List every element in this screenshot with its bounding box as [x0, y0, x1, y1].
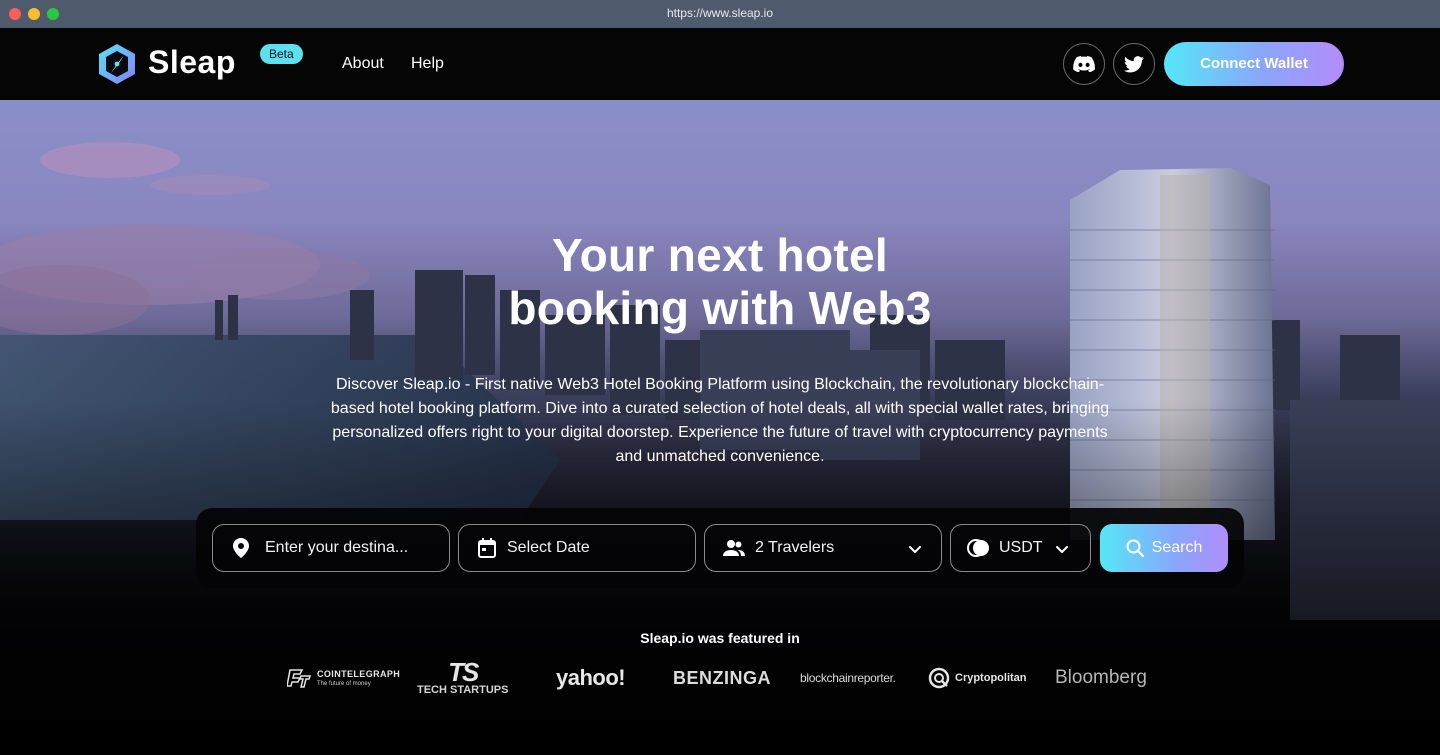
- address-bar[interactable]: https://www.sleap.io: [0, 6, 1440, 20]
- bloomberg-logo: Bloomberg: [1055, 667, 1147, 688]
- currency-select[interactable]: USDT: [950, 524, 1091, 572]
- hero-section: Your next hotel booking with Web3 Discov…: [0, 100, 1440, 755]
- cryptopolitan-logo: Cryptopolitan: [928, 658, 1027, 698]
- yahoo-logo: yahoo!: [556, 665, 626, 690]
- location-pin-icon: [231, 538, 251, 558]
- cryptopolitan-icon: [928, 667, 950, 689]
- travelers-value: 2 Travelers: [755, 539, 835, 556]
- calendar-icon: [477, 538, 497, 558]
- featured-in-title: Sleap.io was featured in: [640, 630, 800, 646]
- hero-headline-line-2: booking with Web3: [508, 282, 932, 334]
- nav-link-about[interactable]: About: [342, 55, 384, 73]
- cointelegraph-icon: [287, 669, 311, 688]
- benzinga-logo: BENZINGA: [673, 667, 771, 688]
- currency-value: USDT: [999, 539, 1043, 556]
- techstartups-wordmark: TECH STARTUPS: [417, 684, 509, 696]
- cointelegraph-tagline: The future of money: [317, 681, 371, 687]
- hero-description: Discover Sleap.io - First native Web3 Ho…: [330, 376, 1110, 465]
- cointelegraph-logo: COINTELEGRAPH The future of money: [287, 658, 400, 698]
- discord-icon: [1073, 56, 1095, 72]
- top-navbar: Sleap Beta About Help Connect Wallet: [0, 28, 1440, 100]
- chevron-down-icon: [909, 546, 921, 553]
- search-icon: [1126, 539, 1144, 557]
- beta-badge: Beta: [260, 44, 303, 64]
- twitter-icon: [1124, 55, 1144, 72]
- search-bar: Enter your destina... Select Date 2 Trav…: [196, 508, 1244, 588]
- connect-wallet-button[interactable]: Connect Wallet: [1164, 42, 1344, 86]
- hero-headline-line-1: Your next hotel: [552, 229, 888, 281]
- cointelegraph-wordmark: COINTELEGRAPH: [317, 669, 401, 679]
- chevron-down-icon: [1056, 546, 1068, 553]
- sleap-logo-icon[interactable]: [97, 43, 137, 85]
- techstartups-logo: TS TECH STARTUPS: [417, 658, 508, 698]
- nav-link-help[interactable]: Help: [411, 55, 444, 73]
- discord-button[interactable]: [1063, 43, 1105, 85]
- currency-toggle-icon: [967, 538, 991, 558]
- browser-chrome: https://www.sleap.io: [0, 0, 1440, 28]
- destination-input[interactable]: Enter your destina...: [212, 524, 450, 572]
- travelers-select[interactable]: 2 Travelers: [704, 524, 942, 572]
- search-button[interactable]: Search: [1100, 524, 1228, 572]
- blockchainreporter-logo: blockchainreporter.: [800, 671, 896, 685]
- date-picker[interactable]: Select Date: [458, 524, 696, 572]
- destination-placeholder: Enter your destina...: [265, 539, 409, 556]
- brand-name[interactable]: Sleap: [148, 44, 236, 81]
- twitter-button[interactable]: [1113, 43, 1155, 85]
- date-label: Select Date: [507, 539, 590, 556]
- search-label: Search: [1151, 539, 1203, 556]
- techstartups-mark: TS: [448, 657, 479, 687]
- users-icon: [723, 538, 745, 558]
- cryptopolitan-wordmark: Cryptopolitan: [955, 672, 1027, 684]
